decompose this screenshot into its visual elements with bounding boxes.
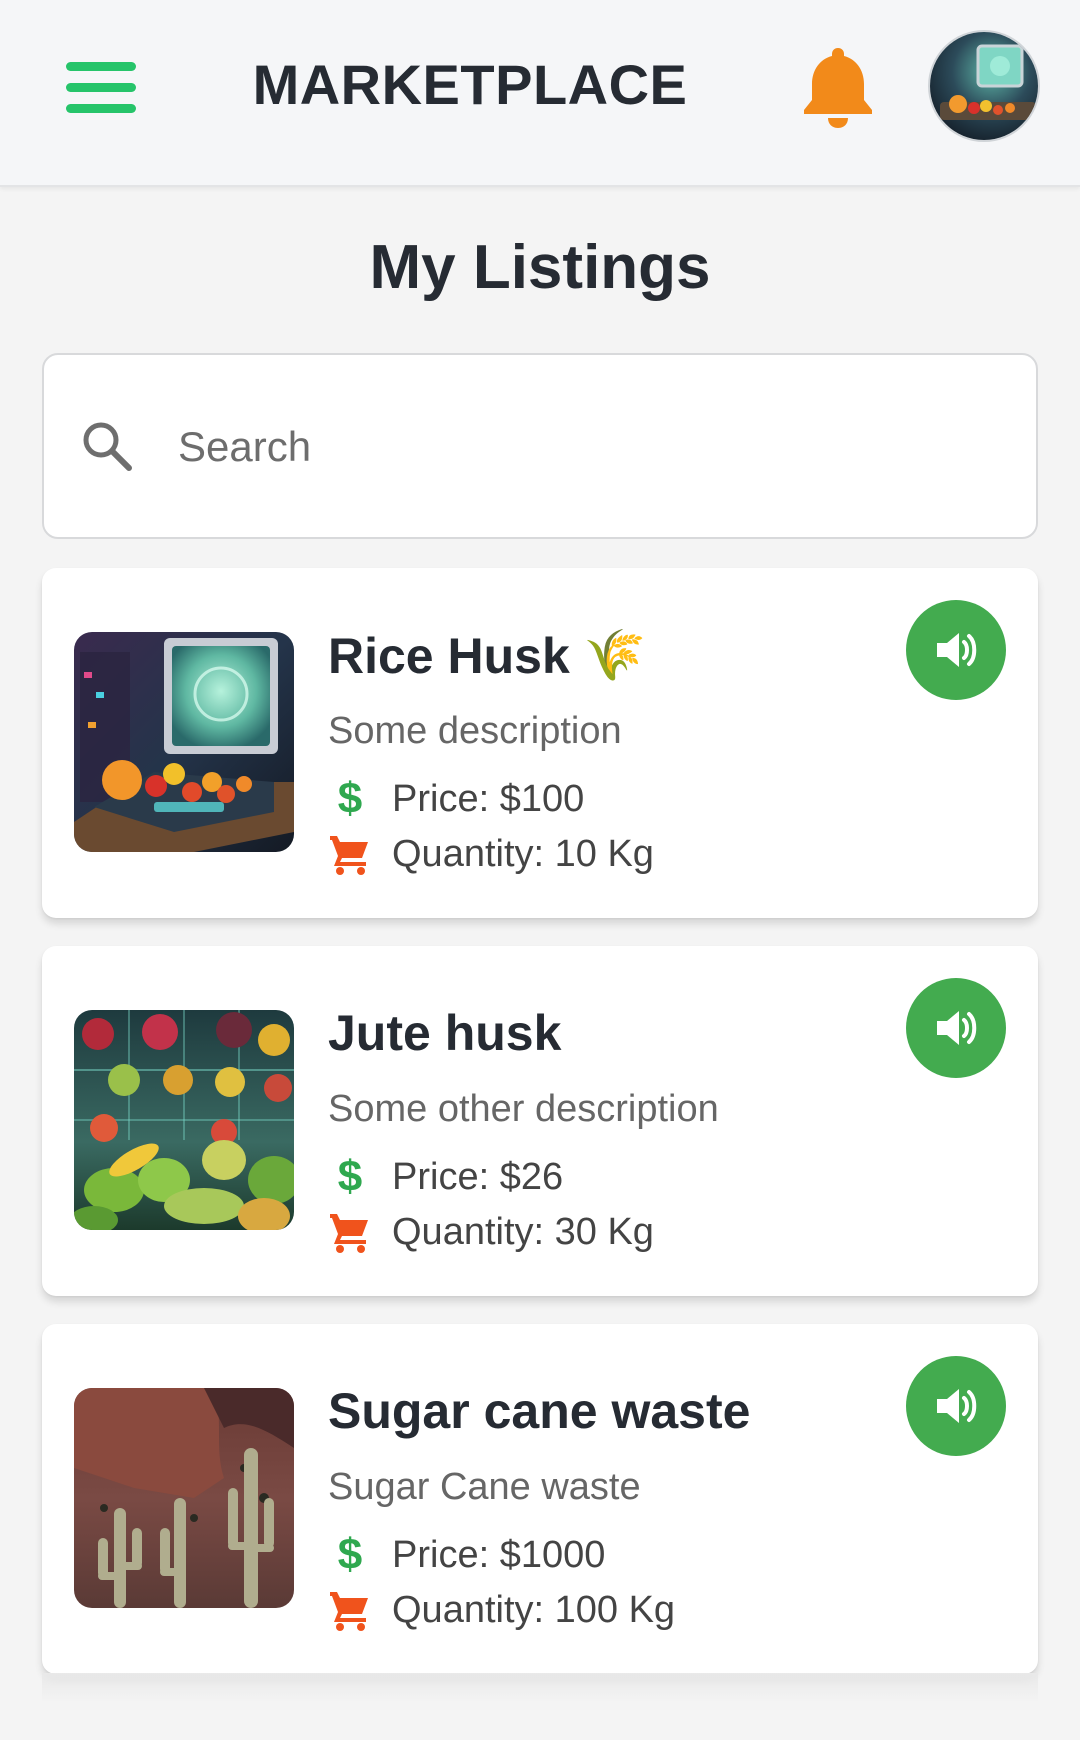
page-title: My Listings [369,233,711,302]
speak-button[interactable] [906,600,1006,700]
speaker-icon [937,633,977,667]
speak-button[interactable] [906,978,1006,1078]
cart-icon [330,1592,368,1631]
menu-button[interactable] [58,55,142,119]
app-bar: MARKETPLACE [0,0,1080,187]
avatar-image [930,32,1038,140]
listing-quantity: Quantity: 100 Kg [328,1588,675,1632]
speaker-icon [937,1389,977,1423]
search-icon [83,422,132,471]
listing-description: Sugar Cane waste [328,1466,641,1508]
hamburger-menu-icon [66,61,136,71]
dollar-icon: $ [337,774,363,823]
listing-quantity: Quantity: 10 Kg [328,832,654,876]
listing-card[interactable]: Sugar cane waste Sugar Cane waste $ Pric… [42,1324,1038,1674]
listing-quantity: Quantity: 30 Kg [328,1210,654,1254]
listing-description: Some description [328,710,622,752]
listing-name: Sugar cane waste [328,1383,751,1439]
speak-button[interactable] [906,1356,1006,1456]
listing-description: Some other description [328,1088,719,1130]
dollar-icon: $ [337,1152,363,1201]
app-title: MARKETPLACE [252,53,688,116]
listing-price: $ Price: $100 [328,774,584,824]
speaker-icon [937,1011,977,1045]
dollar-icon: $ [337,1530,363,1579]
listing-name: Jute husk [328,1005,562,1061]
listing-name: Rice Husk 🌾 [328,627,647,684]
wheat-emoji: 🌾 [583,627,647,683]
listing-price: $ Price: $26 [328,1152,563,1202]
cart-icon [330,836,368,875]
listing-image [74,632,294,852]
search-box[interactable] [42,353,1038,539]
listing-price: $ Price: $1000 [328,1530,606,1580]
notification-button[interactable] [798,42,878,132]
listing-image [74,1388,294,1608]
cart-icon [330,1214,368,1253]
bell-icon [804,48,872,128]
user-avatar[interactable] [928,30,1040,142]
listing-card[interactable]: Jute husk Some other description $ Price… [42,946,1038,1296]
search-input[interactable] [178,405,998,489]
listing-image [74,1010,294,1230]
listing-card[interactable]: Rice Husk 🌾 Some description $ Price: $1… [42,568,1038,918]
list-bottom-shadow [42,1673,1038,1703]
